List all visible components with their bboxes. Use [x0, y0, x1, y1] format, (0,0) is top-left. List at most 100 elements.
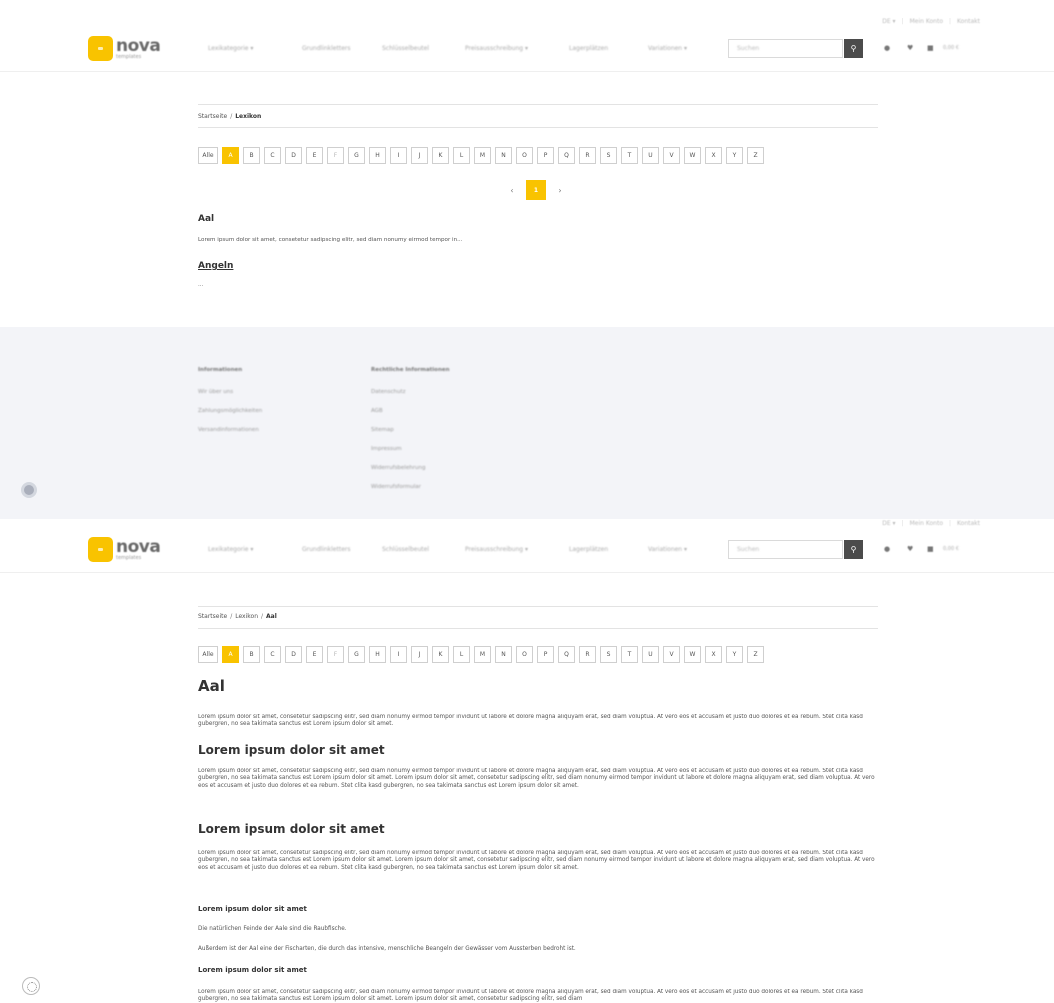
cart-value[interactable]: 0,00 €: [943, 546, 959, 552]
nav-item[interactable]: Preisausschreibung ▾: [465, 45, 569, 52]
letter-filter-d[interactable]: D: [285, 147, 302, 164]
cart-value[interactable]: 0,00 €: [943, 45, 959, 51]
footer-link[interactable]: Widerrufsformular: [371, 484, 450, 490]
letter-filter-f[interactable]: F: [327, 646, 344, 663]
letter-filter-v[interactable]: V: [663, 646, 680, 663]
logo[interactable]: nova templates: [88, 36, 161, 61]
letter-filter-e[interactable]: E: [306, 147, 323, 164]
letter-filter-s[interactable]: S: [600, 646, 617, 663]
letter-filter-all[interactable]: Alle: [198, 147, 218, 164]
footer-link[interactable]: Sitemap: [371, 427, 450, 433]
letter-filter-i[interactable]: I: [390, 147, 407, 164]
footer-link[interactable]: Versandinformationen: [198, 427, 262, 433]
letter-filter-v[interactable]: V: [663, 147, 680, 164]
user-icon[interactable]: ●: [884, 545, 890, 553]
letter-filter-p[interactable]: P: [537, 646, 554, 663]
heart-icon[interactable]: ♥: [907, 545, 913, 553]
letter-filter-k[interactable]: K: [432, 147, 449, 164]
page-1-button[interactable]: 1: [526, 180, 546, 200]
letter-filter-p[interactable]: P: [537, 147, 554, 164]
letter-filter-y[interactable]: Y: [726, 147, 743, 164]
letter-filter-g[interactable]: G: [348, 147, 365, 164]
letter-filter-s[interactable]: S: [600, 147, 617, 164]
letter-filter-q[interactable]: Q: [558, 147, 575, 164]
nav-item[interactable]: Grundlinkletters: [302, 45, 382, 52]
search-button[interactable]: ⚲: [844, 39, 863, 58]
entry-title[interactable]: Aal: [198, 214, 214, 224]
footer-link[interactable]: Impressum: [371, 446, 450, 452]
nav-item[interactable]: Grundlinkletters: [302, 546, 382, 553]
letter-filter-g[interactable]: G: [348, 646, 365, 663]
search-input[interactable]: Suchen: [728, 39, 843, 58]
prev-page-button[interactable]: ‹: [504, 186, 520, 195]
letter-filter-x[interactable]: X: [705, 646, 722, 663]
letter-filter-k[interactable]: K: [432, 646, 449, 663]
letter-filter-z[interactable]: Z: [747, 147, 764, 164]
letter-filter-h[interactable]: H: [369, 646, 386, 663]
nav-item[interactable]: Schlüsselbeutel: [382, 546, 465, 553]
heart-icon[interactable]: ♥: [907, 44, 913, 52]
letter-filter-x[interactable]: X: [705, 147, 722, 164]
footer-link[interactable]: AGB: [371, 408, 450, 414]
search-input[interactable]: Suchen: [728, 540, 843, 559]
letter-filter-i[interactable]: I: [390, 646, 407, 663]
search-button[interactable]: ⚲: [844, 540, 863, 559]
user-icon[interactable]: ●: [884, 44, 890, 52]
letter-filter-o[interactable]: O: [516, 646, 533, 663]
letter-filter-w[interactable]: W: [684, 147, 701, 164]
footer-link[interactable]: Widerrufsbelehrung: [371, 465, 450, 471]
nav-item[interactable]: Schlüsselbeutel: [382, 45, 465, 52]
letter-filter-w[interactable]: W: [684, 646, 701, 663]
letter-filter-l[interactable]: L: [453, 147, 470, 164]
language-switch[interactable]: DE ▾: [882, 520, 895, 527]
letter-filter-r[interactable]: R: [579, 147, 596, 164]
nav-item[interactable]: Variationen ▾: [648, 45, 718, 52]
letter-filter-a[interactable]: A: [222, 147, 239, 164]
language-switch[interactable]: DE ▾: [882, 18, 895, 25]
nav-item[interactable]: Lagerplätzen: [569, 546, 648, 553]
footer-link[interactable]: Wir über uns: [198, 389, 262, 395]
breadcrumb-lexikon[interactable]: Lexikon: [235, 613, 258, 620]
letter-filter-e[interactable]: E: [306, 646, 323, 663]
letter-filter-j[interactable]: J: [411, 147, 428, 164]
letter-filter-o[interactable]: O: [516, 147, 533, 164]
letter-filter-c[interactable]: C: [264, 646, 281, 663]
letter-filter-a[interactable]: A: [222, 646, 239, 663]
entry-title[interactable]: Angeln: [198, 261, 233, 271]
account-link[interactable]: Mein Konto: [910, 18, 943, 25]
letter-filter-c[interactable]: C: [264, 147, 281, 164]
contact-link[interactable]: Kontakt: [957, 18, 980, 25]
letter-filter-t[interactable]: T: [621, 147, 638, 164]
account-link[interactable]: Mein Konto: [910, 520, 943, 527]
contact-link[interactable]: Kontakt: [957, 520, 980, 527]
letter-filter-r[interactable]: R: [579, 646, 596, 663]
nav-item[interactable]: Preisausschreibung ▾: [465, 546, 569, 553]
privacy-settings-button[interactable]: [21, 482, 37, 498]
fingerprint-icon[interactable]: [22, 977, 40, 995]
letter-filter-n[interactable]: N: [495, 646, 512, 663]
letter-filter-f[interactable]: F: [327, 147, 344, 164]
letter-filter-q[interactable]: Q: [558, 646, 575, 663]
footer-link[interactable]: Datenschutz: [371, 389, 450, 395]
next-page-button[interactable]: ›: [552, 186, 568, 195]
nav-item[interactable]: Lexikategorie ▾: [208, 546, 302, 553]
letter-filter-z[interactable]: Z: [747, 646, 764, 663]
footer-link[interactable]: Zahlungsmöglichkeiten: [198, 408, 262, 414]
letter-filter-l[interactable]: L: [453, 646, 470, 663]
cart-icon[interactable]: ■: [927, 545, 934, 553]
letter-filter-u[interactable]: U: [642, 646, 659, 663]
letter-filter-m[interactable]: M: [474, 147, 491, 164]
letter-filter-n[interactable]: N: [495, 147, 512, 164]
nav-item[interactable]: Lexikategorie ▾: [208, 45, 302, 52]
cart-icon[interactable]: ■: [927, 44, 934, 52]
letter-filter-b[interactable]: B: [243, 646, 260, 663]
letter-filter-t[interactable]: T: [621, 646, 638, 663]
letter-filter-h[interactable]: H: [369, 147, 386, 164]
letter-filter-u[interactable]: U: [642, 147, 659, 164]
letter-filter-y[interactable]: Y: [726, 646, 743, 663]
letter-filter-all[interactable]: Alle: [198, 646, 218, 663]
letter-filter-b[interactable]: B: [243, 147, 260, 164]
letter-filter-j[interactable]: J: [411, 646, 428, 663]
breadcrumb-home[interactable]: Startseite: [198, 113, 227, 120]
breadcrumb-home[interactable]: Startseite: [198, 613, 227, 620]
